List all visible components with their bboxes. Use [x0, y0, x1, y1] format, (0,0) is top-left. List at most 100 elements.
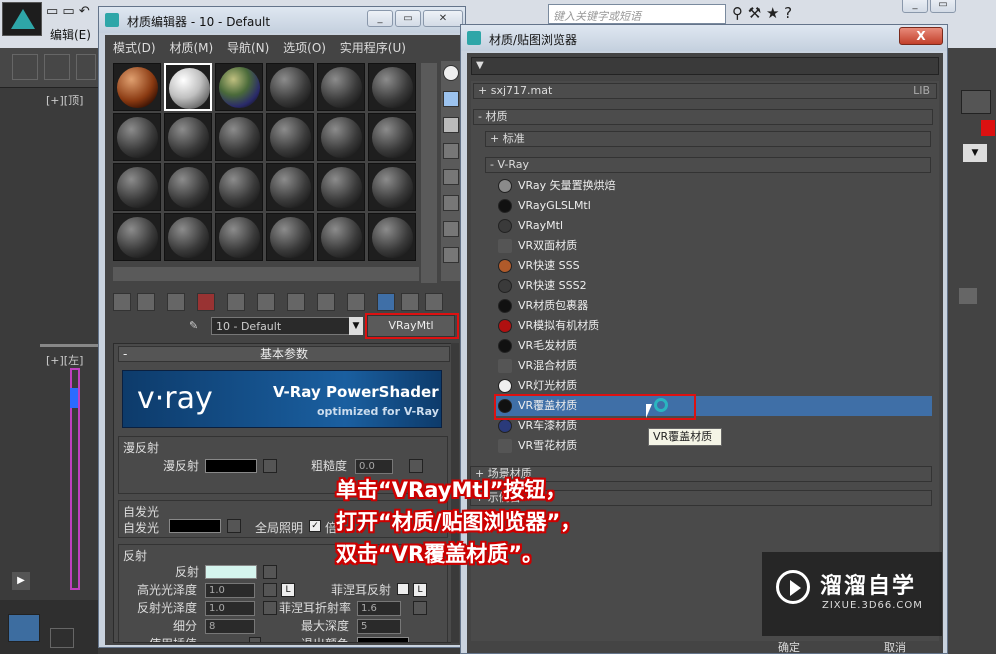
video-color-check-icon[interactable]	[443, 169, 459, 185]
material-list-item[interactable]: VR灯光材质	[494, 376, 932, 396]
object-color-swatch[interactable]	[981, 120, 995, 136]
exit-color-swatch[interactable]	[357, 637, 409, 642]
command-panel[interactable]: ▼	[946, 48, 996, 654]
sample-slot[interactable]	[215, 163, 263, 211]
sample-slot[interactable]	[368, 113, 416, 161]
get-material-icon[interactable]	[113, 293, 131, 311]
sample-slot[interactable]	[113, 163, 161, 211]
maximize-icon[interactable]: ▭	[395, 10, 421, 27]
material-list-item[interactable]: VR快速 SSS	[494, 256, 932, 276]
hammer-icon[interactable]	[961, 90, 991, 114]
self-illum-map-button[interactable]	[227, 519, 241, 533]
assign-to-selection-icon[interactable]	[167, 293, 185, 311]
sample-slot[interactable]	[266, 163, 314, 211]
diffuse-color-swatch[interactable]	[205, 459, 257, 473]
max-app-logo-icon[interactable]	[2, 2, 42, 36]
quick-access-toolbar[interactable]: ▭ ▭ ↶	[46, 4, 98, 22]
hilight-lock-button[interactable]: L	[281, 583, 295, 597]
hilight-gloss-map-button[interactable]	[263, 583, 277, 597]
sample-slot[interactable]	[266, 113, 314, 161]
menu-material[interactable]: 材质(M)	[169, 41, 213, 55]
sample-slot[interactable]	[317, 113, 365, 161]
reset-map-icon[interactable]	[197, 293, 215, 311]
max-window-buttons[interactable]: _ ▭	[892, 0, 992, 14]
menu-mode[interactable]: 模式(D)	[113, 41, 156, 55]
roughness-spinner[interactable]: 0.0	[355, 459, 393, 474]
sample-slot[interactable]	[164, 213, 212, 261]
hilight-gloss-spinner[interactable]: 1.0	[205, 583, 255, 598]
go-forward-sibling-icon[interactable]	[401, 293, 419, 311]
material-list-item[interactable]: VR双面材质	[494, 236, 932, 256]
pick-material-icon[interactable]	[425, 293, 443, 311]
close-icon[interactable]: ✕	[423, 10, 463, 27]
menu-navigation[interactable]: 导航(N)	[227, 41, 269, 55]
unlink-icon[interactable]	[44, 54, 70, 80]
sample-slot[interactable]	[164, 113, 212, 161]
sample-slot[interactable]	[164, 63, 212, 111]
slots-vscroll[interactable]	[421, 63, 437, 283]
go-to-parent-icon[interactable]	[377, 293, 395, 311]
material-list-item[interactable]: VRayGLSLMtl	[494, 196, 932, 216]
sample-type-icon[interactable]	[443, 65, 459, 81]
sample-slot[interactable]	[266, 63, 314, 111]
fresnel-lock-button[interactable]: L	[413, 583, 427, 597]
material-list-item[interactable]: VRayMtl	[494, 216, 932, 236]
roughness-map-button[interactable]	[409, 459, 423, 473]
rollout-title[interactable]: - 基本参数	[118, 346, 450, 362]
material-name-field[interactable]: 10 - Default	[211, 317, 361, 335]
minimize-icon[interactable]: _	[367, 10, 393, 27]
backlight-icon[interactable]	[443, 91, 459, 107]
sample-uv-tiling-icon[interactable]	[443, 143, 459, 159]
configure-icon[interactable]	[959, 288, 977, 304]
sample-slot[interactable]	[113, 63, 161, 111]
sample-slot[interactable]	[368, 213, 416, 261]
link-icon[interactable]	[12, 54, 38, 80]
browser-search-input[interactable]: ▼	[471, 57, 939, 75]
browser-title[interactable]: 材质/贴图浏览器	[461, 25, 947, 51]
make-unique-icon[interactable]	[227, 293, 245, 311]
search-input[interactable]: 键入关键字或短语	[548, 4, 726, 24]
material-list-item[interactable]: VR模拟有机材质	[494, 316, 932, 336]
viewport-label-top[interactable]: [+][顶]	[46, 92, 83, 108]
fresnel-checkbox[interactable]	[397, 583, 409, 595]
bind-spacewarp-icon[interactable]	[76, 54, 96, 80]
menu-options[interactable]: 选项(O)	[283, 41, 326, 55]
sample-slot[interactable]	[113, 113, 161, 161]
eyedropper-icon[interactable]: ✎	[189, 319, 203, 333]
infocenter-icons[interactable]: ⚲ ⚒ ★ ?	[732, 4, 882, 24]
put-to-library-icon[interactable]	[257, 293, 275, 311]
sample-slots-grid[interactable]	[113, 63, 419, 265]
sample-slot[interactable]	[215, 113, 263, 161]
play-icon[interactable]: ▶	[12, 572, 30, 590]
fresnel-ior-map-button[interactable]	[413, 601, 427, 615]
options-icon[interactable]	[443, 221, 459, 237]
refl-gloss-spinner[interactable]: 1.0	[205, 601, 255, 616]
show-end-result-icon[interactable]	[347, 293, 365, 311]
subdivs-spinner[interactable]: 8	[205, 619, 255, 634]
material-list-item[interactable]: VRay 矢量置换烘焙	[494, 176, 932, 196]
close-button[interactable]: X	[899, 27, 943, 45]
filter-menu-icon[interactable]: ▼	[476, 60, 484, 71]
gi-checkbox[interactable]: ✓	[309, 520, 321, 532]
sample-slot[interactable]	[368, 163, 416, 211]
slots-hscroll[interactable]	[113, 267, 419, 281]
material-list-item[interactable]: VR材质包裹器	[494, 296, 932, 316]
refl-gloss-map-button[interactable]	[263, 601, 277, 615]
material-list-item[interactable]: VR毛发材质	[494, 336, 932, 356]
select-by-material-icon[interactable]	[443, 247, 459, 263]
sample-slot[interactable]	[164, 163, 212, 211]
show-map-icon[interactable]	[317, 293, 335, 311]
ok-button[interactable]: 确定	[744, 642, 834, 654]
sample-slot[interactable]	[317, 163, 365, 211]
viewport-divider[interactable]	[40, 344, 100, 347]
viewport-area[interactable]: ▶	[0, 88, 98, 654]
edit-menu[interactable]: 编辑(E)	[50, 26, 100, 44]
sample-slot[interactable]	[368, 63, 416, 111]
viewport-label-left[interactable]: [+][左]	[46, 352, 83, 368]
fresnel-ior-spinner[interactable]: 1.6	[357, 601, 401, 616]
chevron-down-icon[interactable]: ▼	[349, 317, 363, 335]
minimize-icon[interactable]: _	[902, 0, 928, 13]
sample-slot[interactable]	[317, 63, 365, 111]
reflect-color-swatch[interactable]	[205, 565, 257, 579]
material-list-item[interactable]: VR快速 SSS2	[494, 276, 932, 296]
